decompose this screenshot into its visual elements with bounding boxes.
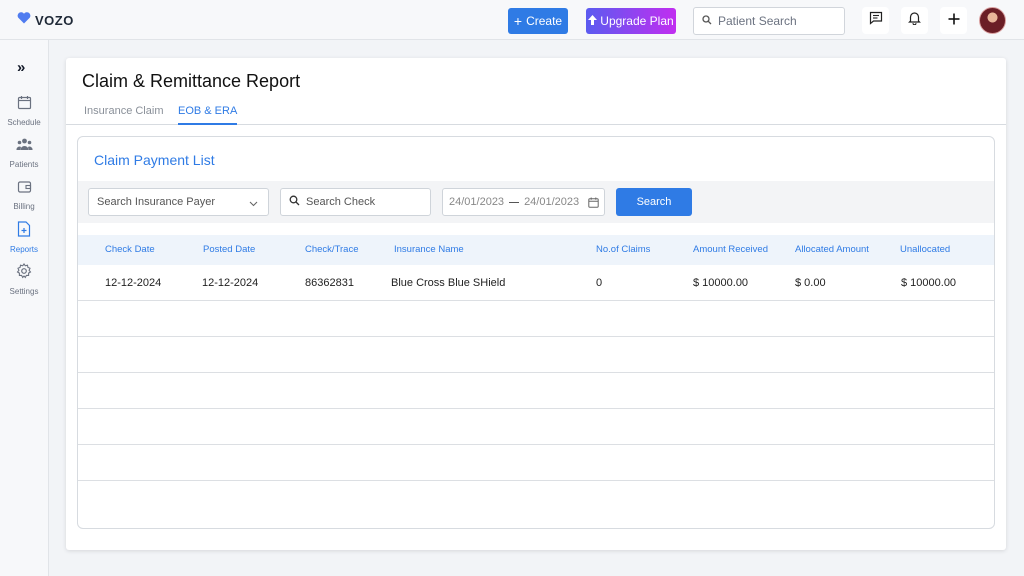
chat-icon <box>869 11 883 30</box>
messages-button[interactable] <box>862 7 889 34</box>
sidebar-item-schedule[interactable]: Schedule <box>0 95 48 127</box>
patient-search-input[interactable]: Patient Search <box>693 7 845 35</box>
arrow-up-icon <box>588 14 598 28</box>
cell-allocated-amount: $ 0.00 <box>795 277 826 289</box>
create-button[interactable]: + Create <box>508 8 568 34</box>
empty-table-row <box>78 409 994 445</box>
sidebar-item-reports[interactable]: Reports <box>0 221 48 254</box>
top-bar: VOZO + Create Upgrade Plan Patient Searc… <box>0 0 1024 40</box>
cell-unallocated: $ 10000.00 <box>901 277 957 289</box>
column-header[interactable]: Insurance Name <box>394 244 464 255</box>
cell-insurance-name: Blue Cross Blue SHield <box>391 277 506 289</box>
patient-search-placeholder: Patient Search <box>718 14 797 28</box>
cell-posted-date: 12-12-2024 <box>202 277 259 289</box>
column-header[interactable]: Allocated Amount <box>795 244 869 255</box>
bell-icon <box>908 11 921 30</box>
search-icon <box>702 14 712 28</box>
add-button[interactable] <box>940 7 967 34</box>
sidebar-item-label: Patients <box>9 160 39 169</box>
notifications-button[interactable] <box>901 7 928 34</box>
cell-check-date: 12-12-2024 <box>105 277 162 289</box>
column-header[interactable]: Check/Trace <box>305 244 359 255</box>
report-icon <box>17 221 31 242</box>
sidebar-item-label: Schedule <box>7 118 41 127</box>
users-icon <box>15 137 33 157</box>
column-header[interactable]: No.of Claims <box>596 244 650 255</box>
search-button[interactable]: Search <box>616 188 692 216</box>
table-header: Check Date Posted Date Check/Trace Insur… <box>78 235 994 265</box>
check-search-input[interactable]: Search Check <box>280 188 431 216</box>
tab-insurance-claim[interactable]: Insurance Claim <box>84 105 163 125</box>
insurance-payer-select[interactable]: Search Insurance Payer <box>88 188 269 216</box>
sidebar: » Schedule Patients Billing Reports Sett… <box>0 40 49 576</box>
date-range-picker[interactable]: 24/01/2023 24/01/2023 <box>442 188 605 216</box>
sidebar-item-label: Settings <box>9 287 39 296</box>
plus-icon <box>948 12 960 30</box>
empty-table-row <box>78 373 994 409</box>
cell-check-trace: 86362831 <box>305 277 354 289</box>
column-header[interactable]: Unallocated <box>900 244 950 255</box>
empty-table-row <box>78 445 994 481</box>
column-header[interactable]: Check Date <box>105 244 155 255</box>
upgrade-label: Upgrade Plan <box>600 14 674 28</box>
gear-icon <box>16 263 32 284</box>
user-avatar[interactable] <box>979 7 1006 34</box>
plus-icon: + <box>513 13 523 29</box>
sidebar-item-patients[interactable]: Patients <box>0 137 48 169</box>
report-tabs: Insurance Claim EOB & ERA <box>66 104 1006 125</box>
column-header[interactable]: Amount Received <box>693 244 768 255</box>
payer-placeholder: Search Insurance Payer <box>97 196 216 208</box>
column-header[interactable]: Posted Date <box>203 244 255 255</box>
date-to: 24/01/2023 <box>524 196 580 208</box>
cell-no-of-claims: 0 <box>596 277 603 289</box>
create-label: Create <box>526 14 563 28</box>
heart-logo-icon <box>17 11 31 29</box>
report-card: Claim & Remittance Report Insurance Clai… <box>66 58 1006 550</box>
logo-text: VOZO <box>35 12 74 28</box>
filter-bar: Search Insurance Payer Search Check 24/0… <box>78 181 994 223</box>
page-title: Claim & Remittance Report <box>82 71 301 91</box>
sidebar-item-settings[interactable]: Settings <box>0 263 48 296</box>
expand-sidebar-icon[interactable]: » <box>17 59 25 76</box>
search-icon <box>289 195 300 209</box>
calendar-icon <box>17 95 32 115</box>
check-placeholder: Search Check <box>306 196 376 208</box>
calendar-icon <box>588 197 599 211</box>
sidebar-item-label: Reports <box>9 245 38 254</box>
date-from: 24/01/2023 <box>449 196 505 208</box>
wallet-icon <box>17 179 32 199</box>
tab-eob-era[interactable]: EOB & ERA <box>178 105 238 125</box>
date-separator <box>509 201 520 203</box>
claim-payment-panel: Claim Payment List Search Insurance Paye… <box>77 136 995 529</box>
empty-table-row <box>78 337 994 373</box>
upgrade-plan-button[interactable]: Upgrade Plan <box>586 8 676 34</box>
table-row[interactable]: 12-12-2024 12-12-2024 86362831 Blue Cros… <box>78 265 994 301</box>
cell-amount-received: $ 10000.00 <box>693 277 749 289</box>
chevron-down-icon <box>249 198 258 210</box>
panel-title: Claim Payment List <box>94 152 215 168</box>
empty-table-row <box>78 301 994 337</box>
sidebar-item-billing[interactable]: Billing <box>0 179 48 211</box>
sidebar-item-label: Billing <box>13 202 35 211</box>
logo[interactable]: VOZO <box>17 11 74 29</box>
